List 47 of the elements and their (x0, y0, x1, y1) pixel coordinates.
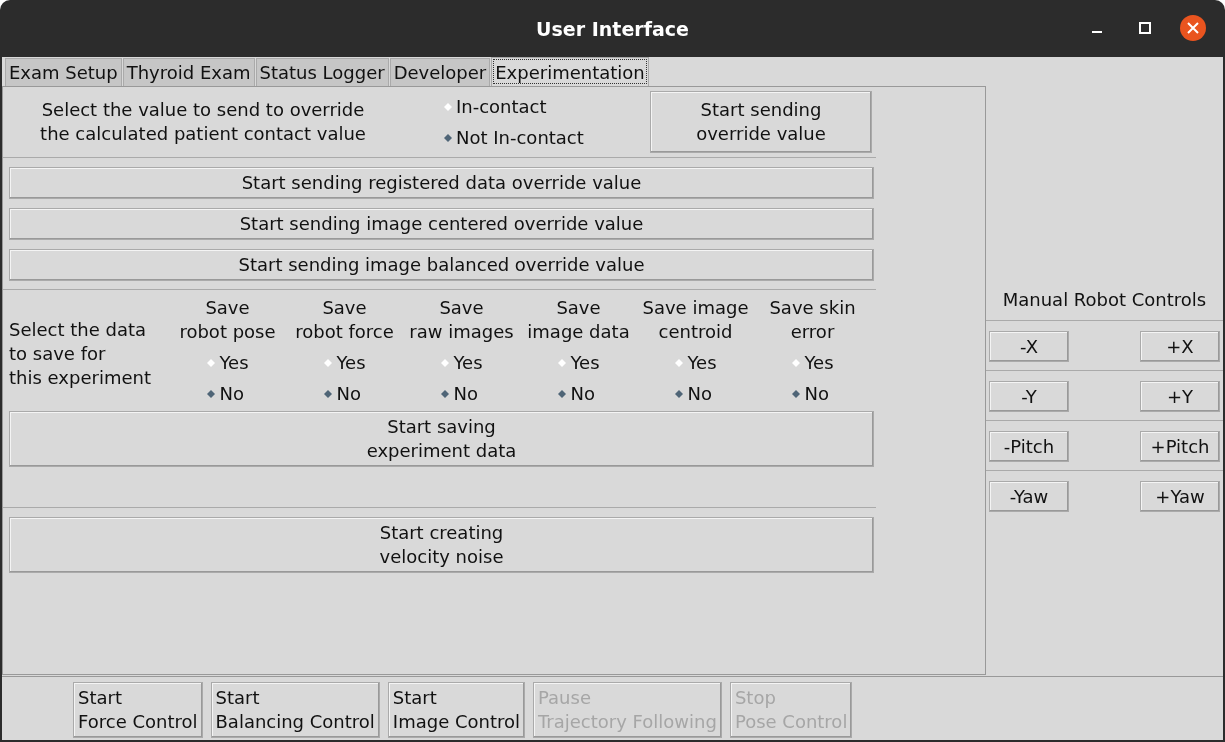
radio-button[interactable]: No (206, 383, 244, 404)
radio-button[interactable]: No (557, 383, 595, 404)
radio-button[interactable]: In-contact (443, 96, 547, 117)
column-heading: Save skin error (769, 296, 856, 344)
control-button[interactable]: Start Image Control (387, 682, 525, 738)
override-button[interactable]: Start sending registered data override value (9, 167, 874, 199)
window-title: User Interface (536, 17, 689, 40)
radio-button[interactable]: Yes (674, 352, 717, 373)
jog-button[interactable]: -Y (989, 381, 1069, 412)
radio-button[interactable]: Yes (557, 352, 600, 373)
jog-button[interactable]: -X (989, 331, 1069, 362)
control-button[interactable]: Start Balancing Control (210, 682, 380, 738)
jog-button[interactable]: +X (1140, 331, 1220, 362)
radio-button[interactable]: Yes (791, 352, 834, 373)
save-button[interactable]: Start saving experiment data (9, 411, 874, 467)
radio-button[interactable]: No (791, 383, 829, 404)
tab[interactable]: Developer (389, 58, 491, 86)
instruction-text: Select the value to send to override the calculated patient contact value (39, 98, 367, 146)
column-heading: Save robot force (295, 296, 394, 344)
tab[interactable]: Experimentation (491, 57, 649, 86)
column-heading: Save robot pose (179, 296, 276, 344)
tab[interactable]: Exam Setup (5, 58, 122, 86)
override-button[interactable]: Start sending image balanced override value (9, 249, 874, 281)
jog-button[interactable]: -Pitch (989, 431, 1069, 462)
radio-button[interactable]: No (323, 383, 361, 404)
jog-button[interactable]: +Y (1140, 381, 1220, 412)
control-button[interactable]: Start Force Control (73, 682, 203, 738)
tab[interactable]: Thyroid Exam (122, 58, 255, 86)
panel-title: Manual Robot Controls (1001, 288, 1208, 312)
override-button[interactable]: Start sending image centered override value (9, 208, 874, 240)
column-heading: Save image data (527, 296, 630, 344)
override-button[interactable]: Start sending override value (650, 91, 872, 153)
close-icon[interactable] (1179, 14, 1207, 42)
radio-button[interactable]: Not In-contact (443, 127, 584, 148)
radio-button[interactable]: No (440, 383, 478, 404)
radio-button[interactable]: No (674, 383, 712, 404)
column-heading: Save image centroid (642, 296, 749, 344)
jog-button[interactable]: +Yaw (1140, 481, 1220, 512)
instruction-text: Select the data to save for this experiment (9, 318, 152, 390)
tab[interactable]: Status Logger (255, 58, 389, 86)
jog-button[interactable]: +Pitch (1140, 431, 1220, 462)
jog-button[interactable]: -Yaw (989, 481, 1069, 512)
column-heading: Save raw images (409, 296, 514, 344)
radio-button[interactable]: Yes (206, 352, 249, 373)
radio-button[interactable]: Yes (323, 352, 366, 373)
noise-button[interactable]: Start creating velocity noise (9, 517, 874, 573)
radio-button[interactable]: Yes (440, 352, 483, 373)
